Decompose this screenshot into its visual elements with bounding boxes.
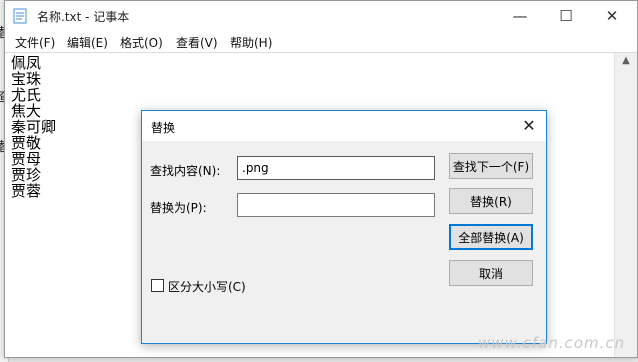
window-title: 名称.txt - 记事本 — [37, 10, 130, 24]
notepad-icon — [13, 8, 27, 24]
text-line: 贾母 — [11, 150, 42, 168]
text-line: 贾珍 — [11, 166, 42, 184]
watermark: www.cfan.com.cn — [478, 334, 626, 352]
text-line: 贾蓉 — [11, 182, 42, 200]
text-line: 佩凤 — [11, 54, 42, 72]
maximize-button[interactable]: ☐ — [543, 1, 589, 31]
dialog-title: 替换 — [151, 121, 176, 135]
replace-button[interactable]: 替换(R) — [449, 188, 533, 214]
find-input[interactable] — [237, 156, 435, 180]
text-line: 宝珠 — [11, 70, 42, 88]
match-case-label: 区分大小写(C) — [168, 280, 246, 294]
text-line: 秦可卿 — [11, 118, 57, 136]
title-bar[interactable]: 名称.txt - 记事本 — ☐ ✕ — [5, 1, 637, 31]
dialog-close-button[interactable]: ✕ — [512, 111, 546, 141]
replace-dialog: 替换 ✕ 查找内容(N): 替换为(P): 查找下一个(F) 替换(R) 全部替… — [141, 110, 547, 344]
match-case-checkbox[interactable] — [151, 279, 164, 292]
scroll-up-arrow-icon[interactable]: ▲ — [615, 55, 637, 66]
menu-format[interactable]: 格式(O) — [120, 34, 163, 51]
replace-label: 替换为(P): — [150, 201, 207, 215]
menu-file[interactable]: 文件(F) — [15, 34, 55, 51]
cancel-button[interactable]: 取消 — [449, 260, 533, 286]
find-label: 查找内容(N): — [150, 164, 221, 178]
menu-view[interactable]: 查看(V) — [176, 34, 218, 51]
menu-bar: 文件(F) 编辑(E) 格式(O) 查看(V) 帮助(H) — [5, 31, 637, 53]
menu-edit[interactable]: 编辑(E) — [67, 34, 108, 51]
replace-input[interactable] — [237, 193, 435, 217]
vertical-scrollbar[interactable]: ▲ — [614, 53, 637, 357]
close-button[interactable]: ✕ — [589, 1, 635, 31]
replace-all-button[interactable]: 全部替换(A) — [449, 224, 533, 250]
text-line: 尤氏 — [11, 86, 42, 104]
find-next-button[interactable]: 查找下一个(F) — [449, 153, 533, 179]
menu-help[interactable]: 帮助(H) — [230, 34, 272, 51]
minimize-button[interactable]: — — [497, 1, 543, 31]
dialog-title-bar[interactable]: 替换 ✕ — [142, 111, 546, 141]
text-line: 贾敬 — [11, 134, 42, 152]
text-line: 焦大 — [11, 102, 42, 120]
